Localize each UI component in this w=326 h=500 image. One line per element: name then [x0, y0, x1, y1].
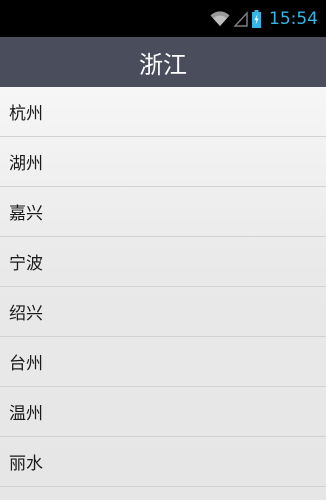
list-item-label: 杭州 — [9, 104, 43, 124]
status-bar: 15:54 — [0, 0, 326, 37]
list-item-city[interactable]: 杭州 — [0, 87, 326, 137]
battery-charging-icon — [252, 10, 261, 28]
status-icons: 15:54 — [210, 9, 318, 29]
list-item-city[interactable]: 嘉兴 — [0, 187, 326, 237]
list-item-city[interactable]: 绍兴 — [0, 287, 326, 337]
list-item-label: 绍兴 — [9, 304, 43, 324]
list-item-label: 温州 — [9, 404, 43, 424]
list-item-city[interactable]: 宁波 — [0, 237, 326, 287]
list-item-city[interactable]: 湖州 — [0, 137, 326, 187]
city-list: 杭州 湖州 嘉兴 宁波 绍兴 台州 温州 丽水 — [0, 87, 326, 500]
list-item-label: 湖州 — [9, 154, 43, 174]
list-item-label: 台州 — [9, 354, 43, 374]
wifi-icon — [210, 11, 230, 27]
list-item-city[interactable]: 台州 — [0, 337, 326, 387]
list-item-label: 丽水 — [9, 454, 43, 474]
title-bar: 浙江 — [0, 37, 326, 87]
signal-icon — [234, 11, 248, 27]
list-item-city[interactable]: 温州 — [0, 387, 326, 437]
list-item-label: 嘉兴 — [9, 204, 43, 224]
list-item-city[interactable]: 丽水 — [0, 437, 326, 487]
page-title: 浙江 — [139, 50, 187, 79]
status-clock: 15:54 — [269, 9, 318, 29]
list-item-label: 宁波 — [9, 254, 43, 274]
